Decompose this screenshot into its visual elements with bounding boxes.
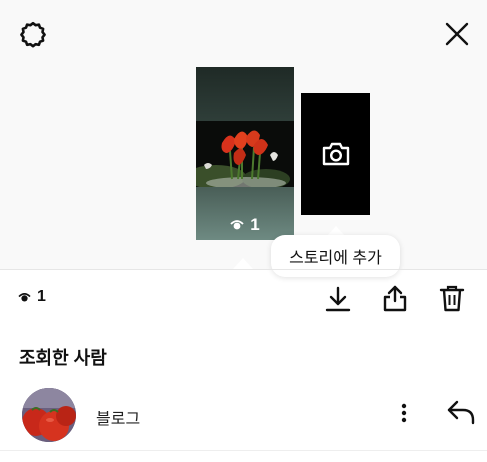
story-thumbnail[interactable]: 1 (196, 67, 294, 240)
camera-icon (321, 141, 351, 167)
close-icon (443, 20, 471, 48)
share-icon (382, 284, 408, 312)
eye-icon (18, 292, 31, 303)
gear-icon (18, 20, 48, 50)
eye-icon (230, 219, 244, 231)
add-story-button[interactable] (301, 93, 370, 215)
divider (0, 450, 487, 451)
view-count-value: 1 (37, 288, 46, 305)
download-icon (325, 285, 351, 313)
settings-button[interactable] (16, 18, 50, 52)
reply-icon (446, 399, 476, 425)
viewers-title: 조회한 사람 (19, 348, 107, 368)
download-button[interactable] (322, 282, 354, 316)
thumbnail-view-count-value: 1 (250, 215, 260, 234)
trash-icon (439, 284, 465, 312)
view-count: 1 (18, 288, 46, 306)
thumbnail-view-count: 1 (196, 215, 294, 235)
divider (0, 269, 487, 270)
close-button[interactable] (440, 17, 474, 51)
more-vertical-icon (401, 403, 407, 423)
add-story-tooltip: 스토리에 추가 (271, 235, 400, 277)
viewer-name[interactable]: 블로그 (96, 405, 140, 429)
viewer-reply-button[interactable] (444, 395, 478, 429)
viewer-more-button[interactable] (392, 396, 416, 430)
story-photo (196, 121, 294, 187)
share-button[interactable] (379, 281, 411, 315)
viewer-row[interactable]: 블로그 (0, 383, 487, 445)
delete-button[interactable] (436, 281, 468, 315)
avatar[interactable] (22, 388, 76, 442)
